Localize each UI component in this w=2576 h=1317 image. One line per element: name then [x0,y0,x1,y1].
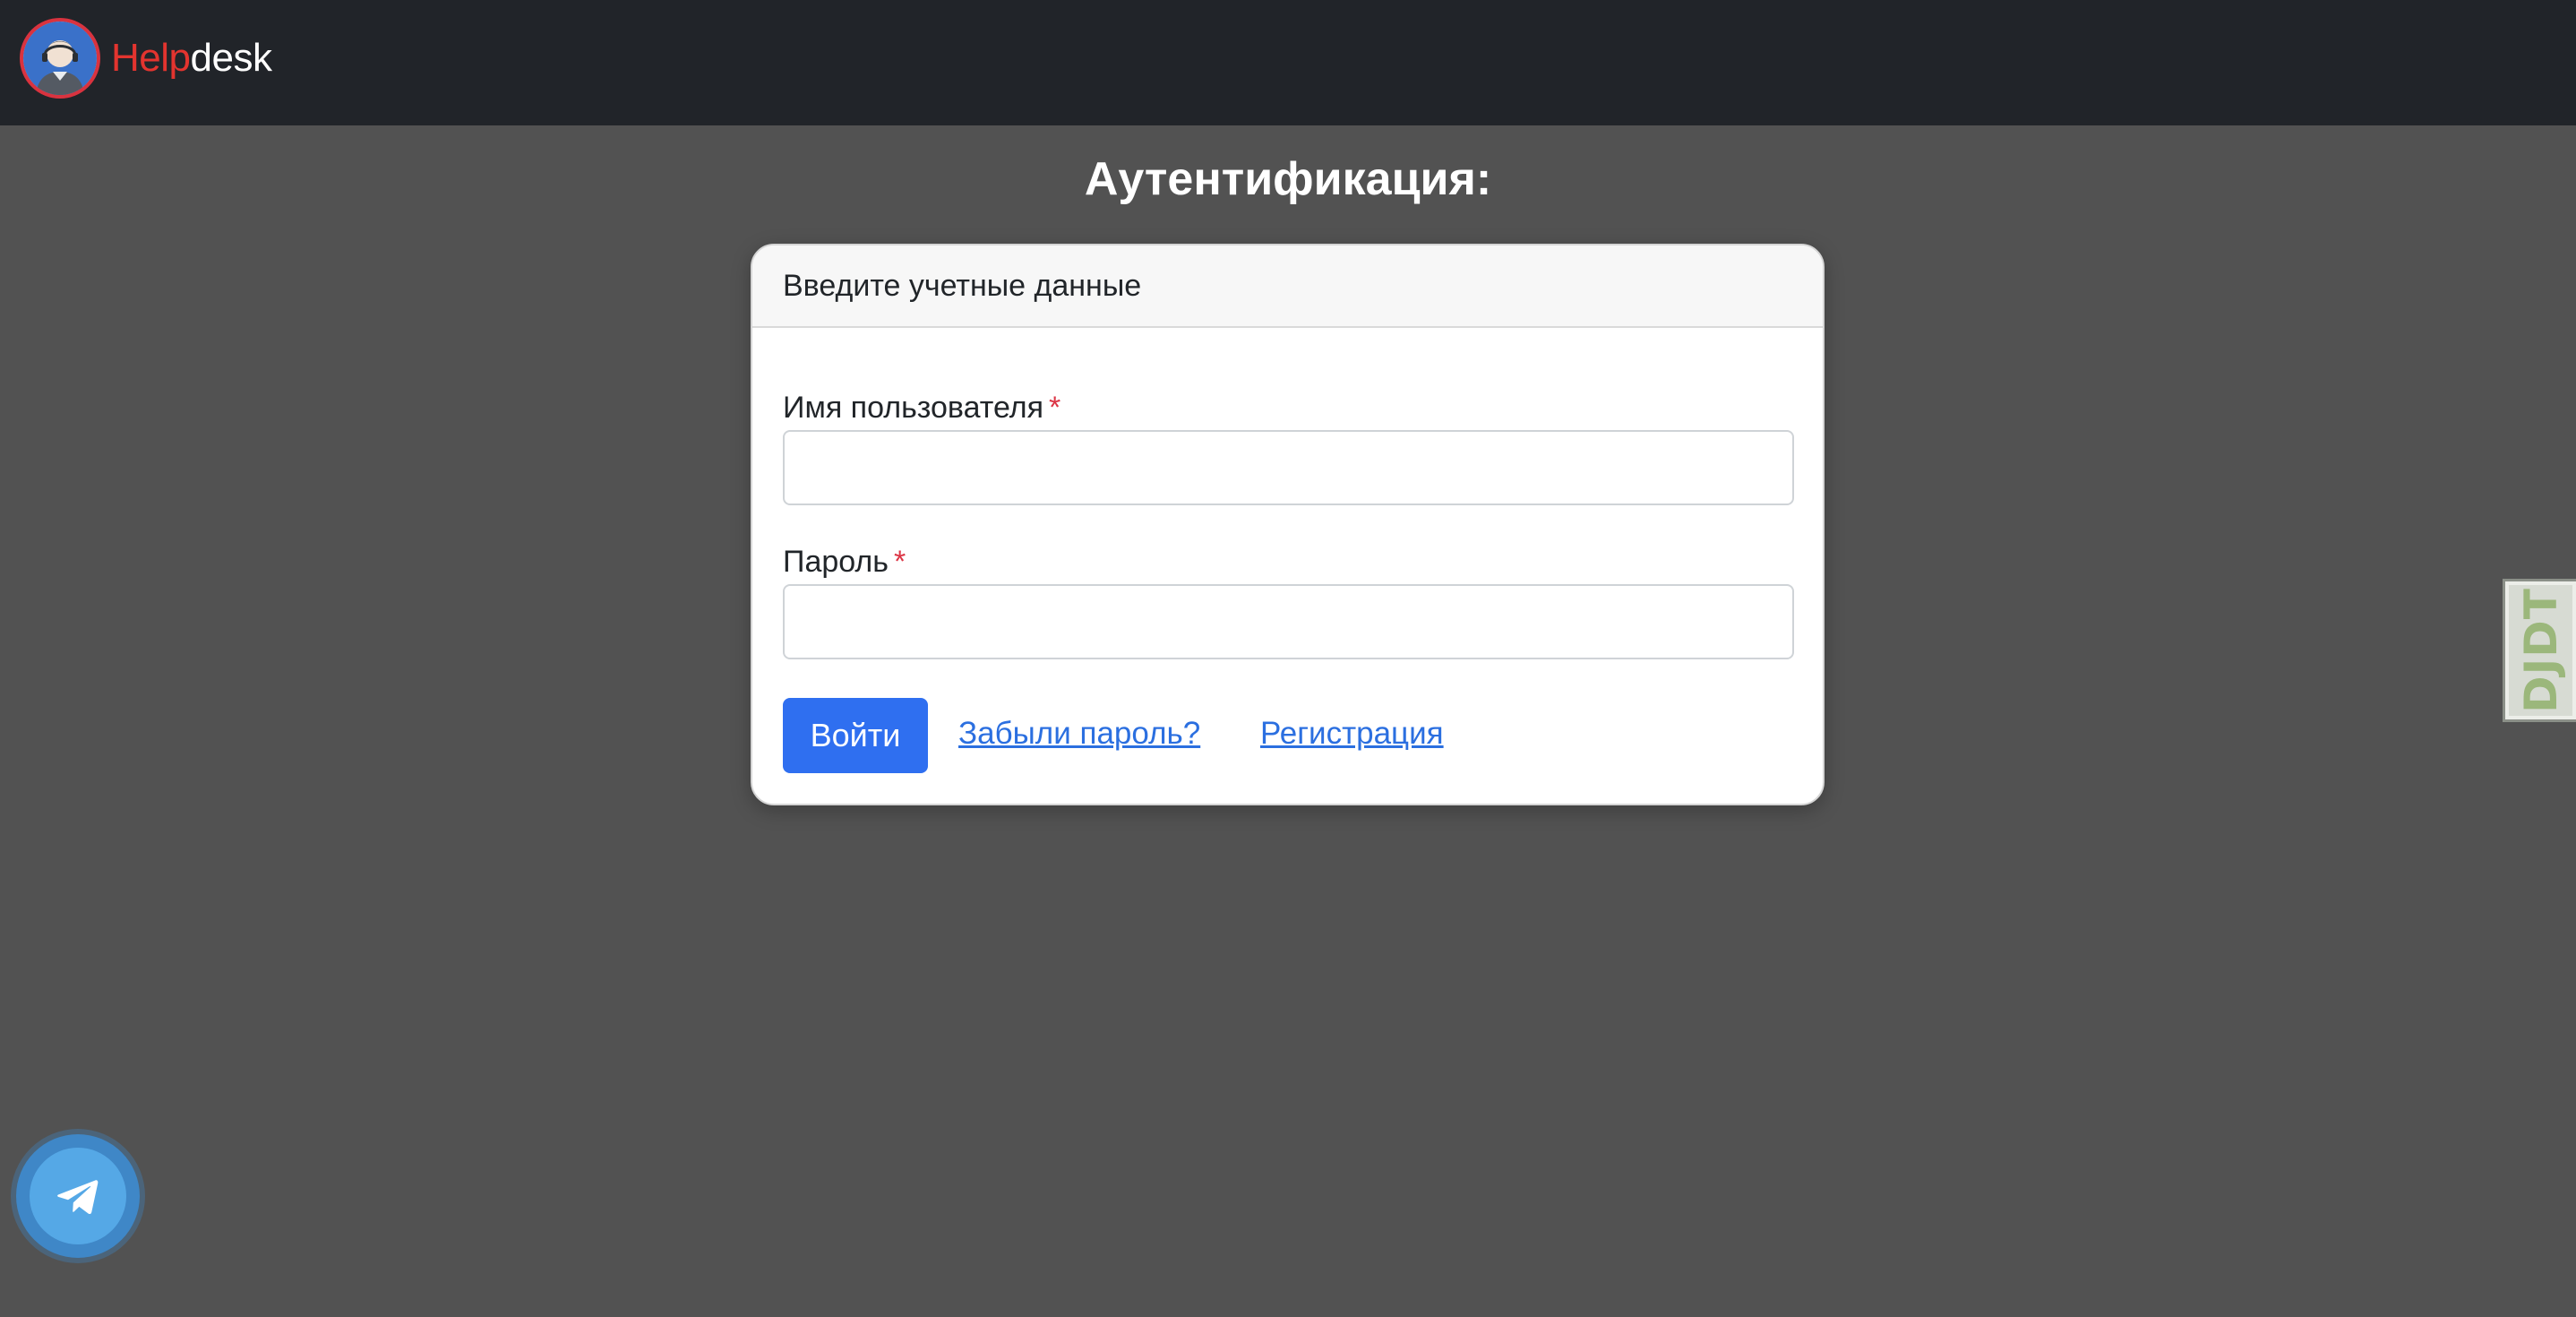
password-label: Пароль * [783,545,906,580]
required-marker: * [1048,391,1061,425]
password-label-text: Пароль [783,545,889,579]
register-link[interactable]: Регистрация [1260,716,1444,752]
brand-name: Helpdesk [111,36,272,80]
debug-toolbar-handle[interactable]: DJDT [2503,579,2576,722]
support-agent-logo-icon [20,18,100,99]
required-marker: * [893,545,906,579]
username-input[interactable] [783,430,1794,505]
top-navbar: Helpdesk [0,0,2576,125]
telegram-plane-icon [57,1180,99,1215]
username-label-text: Имя пользователя [783,391,1043,425]
page-title: Аутентификация: [1084,153,1492,205]
debug-toolbar-label: DJDT [2514,588,2567,713]
brand-name-desk: desk [190,36,272,80]
telegram-button[interactable] [16,1134,140,1258]
brand-name-help: Help [111,36,191,80]
username-label: Имя пользователя * [783,391,1060,426]
password-input[interactable] [783,584,1794,659]
login-button[interactable]: Войти [783,698,928,773]
login-card: Введите учетные данные Имя пользователя *… [751,244,1825,805]
login-card-header: Введите учетные данные [752,245,1823,328]
telegram-button-inner [30,1148,126,1244]
brand-link[interactable]: Helpdesk [20,18,272,99]
forgot-password-link[interactable]: Забыли пароль? [958,716,1200,752]
